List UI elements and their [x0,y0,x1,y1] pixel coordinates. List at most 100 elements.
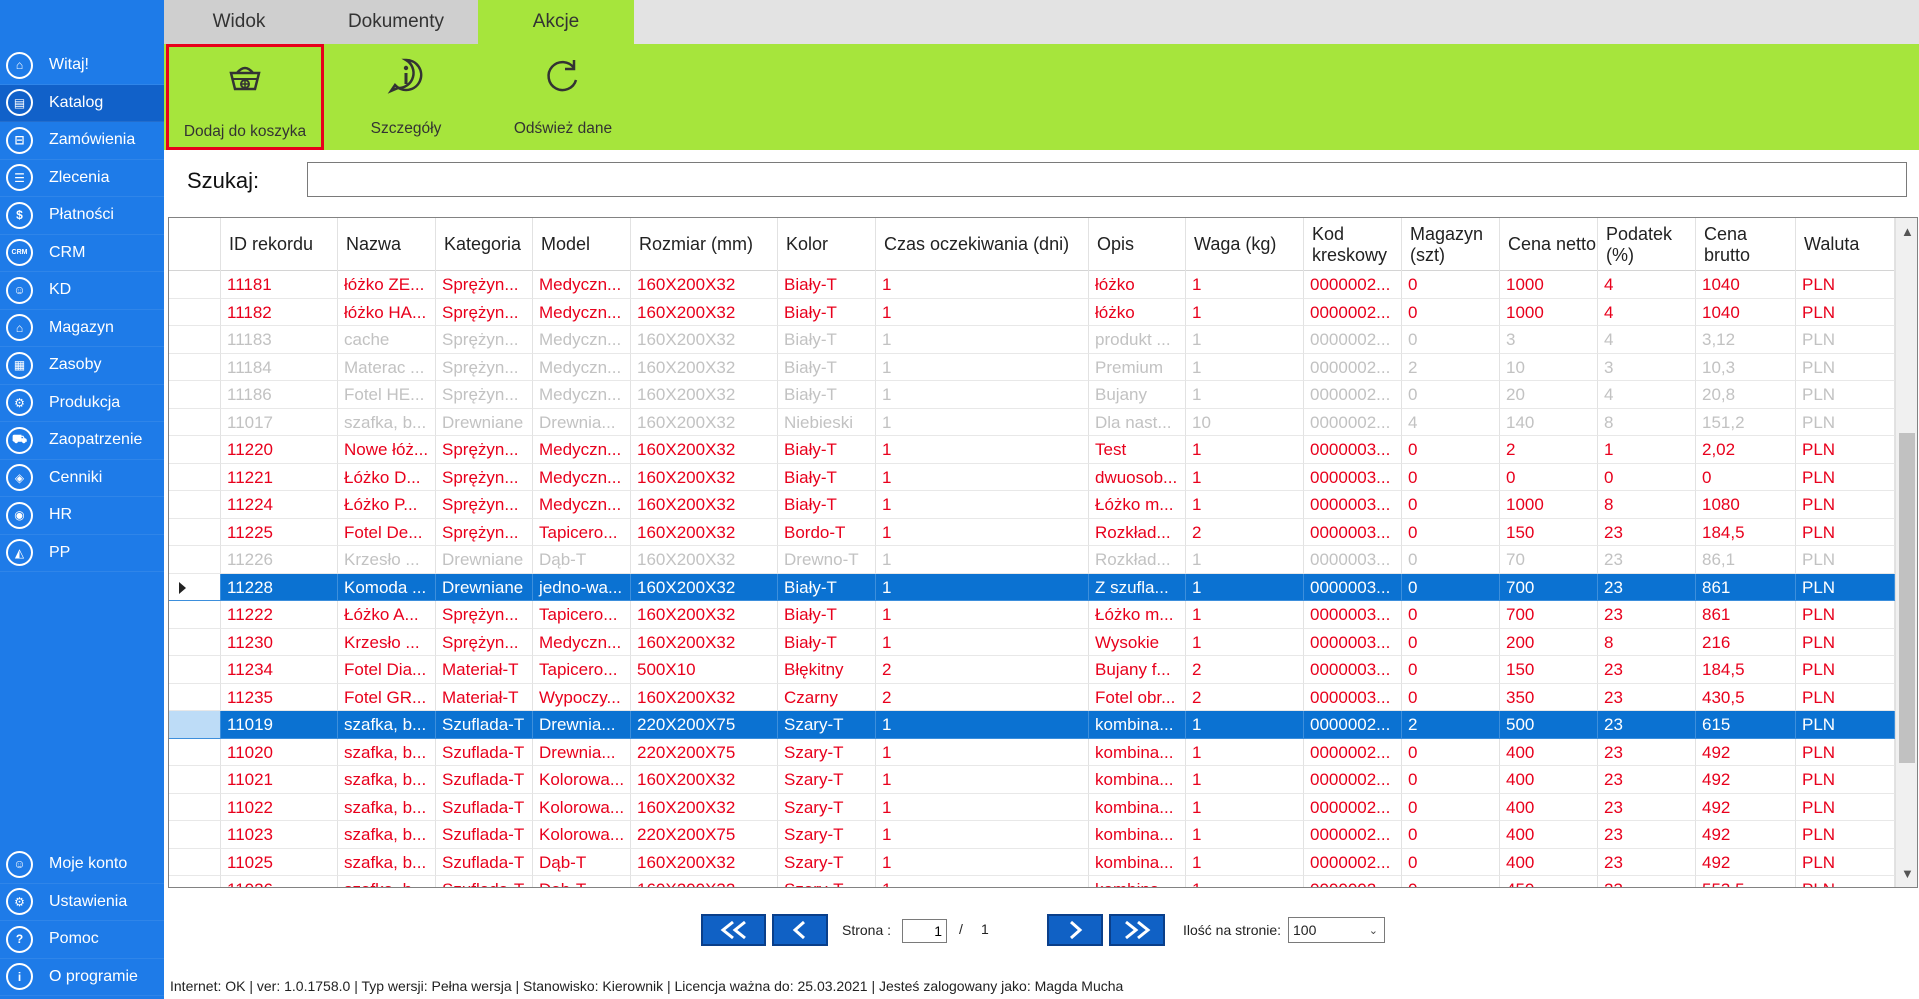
table-cell[interactable]: Biały-T [778,601,876,629]
table-cell[interactable]: kombina... [1089,848,1186,876]
table-cell[interactable]: 151,2 [1696,408,1796,436]
table-cell[interactable]: 160X200X32 [631,326,778,354]
table-cell[interactable]: PLN [1796,793,1895,821]
sidebar-item-9[interactable]: ▦ Zasoby [0,347,164,385]
sidebar-item-5[interactable]: $ Płatności [0,197,164,235]
table-cell[interactable]: 23 [1598,711,1696,739]
table-cell[interactable]: 400 [1500,738,1598,766]
table-cell[interactable]: szafka, b... [338,793,436,821]
table-cell[interactable]: 160X200X32 [631,546,778,574]
row-header[interactable] [169,876,221,887]
column-header[interactable]: Kod kreskowy [1304,218,1402,271]
table-cell[interactable]: 0000003... [1304,656,1402,684]
row-header[interactable] [169,738,221,766]
table-cell[interactable]: Drewnia... [533,408,631,436]
table-cell[interactable]: 1 [1186,436,1304,464]
table-cell[interactable]: 1 [876,491,1089,519]
sidebar-item-7[interactable]: ☺ KD [0,272,164,310]
table-cell[interactable]: 23 [1598,848,1696,876]
table-cell[interactable]: 11025 [221,848,338,876]
table-cell[interactable]: PLN [1796,628,1895,656]
table-cell[interactable]: 4 [1402,408,1500,436]
table-cell[interactable]: Premium [1089,353,1186,381]
table-cell[interactable]: Drewnia... [533,738,631,766]
table-cell[interactable]: 1 [876,518,1089,546]
table-cell[interactable]: PLN [1796,738,1895,766]
table-cell[interactable]: 160X200X32 [631,573,778,601]
table-row[interactable]: 11235 Fotel GR... Materiał-T Wypoczy... 160X… [169,683,1895,711]
table-cell[interactable]: Łóżko D... [338,463,436,491]
row-header[interactable] [169,766,221,794]
table-cell[interactable]: szafka, b... [338,408,436,436]
sidebar-item-10[interactable]: ⚙ Produkcja [0,385,164,422]
table-cell[interactable]: 86,1 [1696,546,1796,574]
table-cell[interactable]: 1 [876,463,1089,491]
table-cell[interactable]: 0000002... [1304,711,1402,739]
table-cell[interactable]: 11181 [221,271,338,299]
table-cell[interactable]: 1080 [1696,491,1796,519]
row-header[interactable] [169,573,221,601]
table-cell[interactable]: Medyczn... [533,353,631,381]
sidebar-item-12[interactable]: ◈ Cenniki [0,460,164,497]
table-cell[interactable]: 184,5 [1696,656,1796,684]
table-cell[interactable]: 0 [1402,821,1500,849]
table-cell[interactable]: 0 [1402,628,1500,656]
row-header[interactable] [169,793,221,821]
table-row[interactable]: 11228 Komoda ... Drewniane jedno-wa... 160X2… [169,573,1895,601]
table-cell[interactable]: PLN [1796,381,1895,409]
prev-page-button[interactable] [772,914,828,946]
table-cell[interactable]: 1 [1186,353,1304,381]
table-cell[interactable]: 0 [1696,463,1796,491]
table-cell[interactable]: 1 [876,766,1089,794]
table-cell[interactable]: Szary-T [778,711,876,739]
table-cell[interactable]: Szary-T [778,848,876,876]
table-cell[interactable]: PLN [1796,436,1895,464]
table-cell[interactable]: Szary-T [778,766,876,794]
table-cell[interactable]: 1 [876,738,1089,766]
table-cell[interactable]: Fotel De... [338,518,436,546]
table-cell[interactable]: 0000002... [1304,766,1402,794]
table-cell[interactable]: Materac ... [338,353,436,381]
first-page-button[interactable] [701,914,766,946]
table-cell[interactable]: 0 [1402,491,1500,519]
table-cell[interactable]: 0 [1598,463,1696,491]
table-cell[interactable]: 2 [1186,683,1304,711]
table-cell[interactable]: Dąb-T [533,876,631,887]
table-cell[interactable]: 23 [1598,793,1696,821]
table-cell[interactable]: 1 [876,876,1089,887]
table-cell[interactable]: Biały-T [778,271,876,299]
details-button[interactable]: Szczegóły [327,44,485,150]
search-input[interactable] [307,162,1907,197]
table-cell[interactable]: 0000003... [1304,518,1402,546]
sidebar-item-2[interactable]: ▤ Katalog [0,84,164,122]
table-cell[interactable]: Czarny [778,683,876,711]
table-cell[interactable]: 23 [1598,876,1696,887]
refresh-button[interactable]: Odśwież dane [484,44,642,150]
table-cell[interactable]: 1000 [1500,298,1598,326]
table-cell[interactable]: jedno-wa... [533,573,631,601]
table-cell[interactable]: PLN [1796,601,1895,629]
next-page-button[interactable] [1047,914,1103,946]
table-cell[interactable]: Medyczn... [533,628,631,656]
table-cell[interactable]: 0 [1402,298,1500,326]
table-cell[interactable]: Test [1089,436,1186,464]
table-cell[interactable]: Niebieski [778,408,876,436]
table-cell[interactable]: 11022 [221,793,338,821]
table-cell[interactable]: szafka, b... [338,711,436,739]
table-cell[interactable]: 500X10 [631,656,778,684]
table-row[interactable]: 11230 Krzesło ... Sprężyn... Medyczn... 160X… [169,628,1895,656]
column-header[interactable]: Magazyn (szt) [1402,218,1500,271]
table-cell[interactable]: 1 [876,793,1089,821]
table-cell[interactable]: 0 [1402,271,1500,299]
sidebar-item-104[interactable]: i O programie [0,959,164,996]
table-row[interactable]: 11182 łóżko HA... Sprężyn... Medyczn... 160X… [169,298,1895,326]
row-header[interactable] [169,271,221,299]
table-cell[interactable]: kombina... [1089,711,1186,739]
table-cell[interactable]: 1 [876,436,1089,464]
table-cell[interactable]: Kolorowa... [533,766,631,794]
table-cell[interactable]: 23 [1598,573,1696,601]
table-cell[interactable]: Dla nast... [1089,408,1186,436]
table-cell[interactable]: 1 [876,408,1089,436]
table-cell[interactable]: 0000002... [1304,298,1402,326]
column-header[interactable]: Nazwa [338,218,436,271]
